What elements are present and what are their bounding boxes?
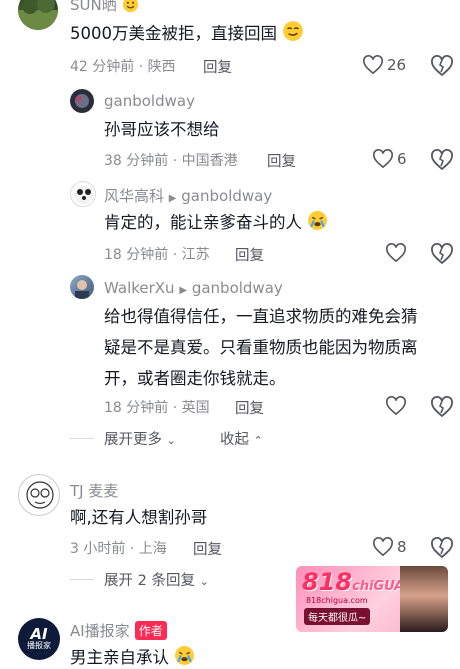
reply-button[interactable]: 回复: [267, 150, 296, 171]
avatar-ganboldway[interactable]: [70, 89, 94, 113]
reply-button[interactable]: 回复: [193, 538, 222, 559]
collapse-button[interactable]: 收起 ⌃: [220, 428, 263, 449]
like-button[interactable]: 6: [372, 149, 407, 169]
like-count: 6: [397, 150, 407, 168]
comment-meta: 42 分钟前 · 陕西: [70, 59, 176, 75]
like-count: 26: [387, 56, 407, 74]
comment-meta: 18 分钟前 · 英国: [104, 400, 210, 416]
ad-site: 818chigua.com: [306, 596, 368, 605]
dislike-icon[interactable]: [430, 243, 454, 265]
dislike-icon[interactable]: [430, 537, 454, 559]
comment-author[interactable]: WalkerXu ▶ ganboldway: [104, 279, 283, 297]
reply-button[interactable]: 回复: [203, 56, 232, 77]
reply-to-user: ganboldway: [191, 279, 283, 297]
author-badge: 作者: [134, 621, 167, 640]
dislike-icon[interactable]: [430, 55, 454, 77]
avatar-sun[interactable]: [18, 0, 58, 30]
comment-author[interactable]: SUN晒: [70, 0, 139, 15]
smirk-emoji-icon: [283, 21, 304, 41]
thread-divider: [70, 438, 94, 439]
comment-text-line: 疑是不是真爱。只看重物质也能因为物质离: [104, 338, 418, 357]
dislike-icon[interactable]: [430, 149, 454, 171]
smile-emoji-icon: [122, 0, 138, 13]
heart-icon[interactable]: [385, 243, 407, 263]
ad-banner[interactable]: 818chiGUA 818chigua.com 每天都很瓜~: [296, 566, 448, 632]
comment-text: 男主亲自承认: [70, 642, 195, 669]
comment-meta: 18 分钟前 · 江苏: [104, 247, 210, 263]
avatar-ai-sub: 播报家: [27, 641, 51, 650]
ad-slogan: 每天都很瓜~: [304, 608, 371, 625]
avatar-ai[interactable]: AI 播报家: [18, 618, 60, 660]
avatar-ai-label: AI: [30, 625, 48, 643]
comment-meta: 3 小时前 · 上海: [70, 541, 167, 557]
heart-icon: [363, 55, 383, 75]
ad-photo: [400, 566, 448, 632]
expand-more-button[interactable]: 展开更多 ⌄: [104, 428, 176, 449]
chevron-down-icon: ⌄: [199, 575, 209, 588]
crying-emoji-icon: [308, 211, 328, 230]
heart-icon: [373, 149, 393, 169]
comment-author[interactable]: AI播报家 作者: [70, 620, 167, 641]
comment-author[interactable]: 风华高科 ▶ ganboldway: [104, 185, 272, 206]
reply-button[interactable]: 回复: [235, 397, 264, 418]
reply-arrow-icon: ▶: [168, 193, 177, 204]
like-button[interactable]: 26: [362, 55, 406, 75]
comment-text: 5000万美金被拒，直接回国: [70, 18, 304, 49]
avatar-walkerxu[interactable]: [70, 275, 94, 299]
comment-text: 肯定的，能让亲爹奋斗的人: [104, 207, 328, 238]
expand-replies-button[interactable]: 展开 2 条回复 ⌄: [104, 569, 209, 590]
comment-text: 给也得值得信任，一直追求物质的难免会猜 疑是不是真爱。只看重物质也能因为物质离 …: [104, 301, 454, 394]
chevron-up-icon: ⌃: [253, 434, 263, 447]
ad-brand: 818chiGUA: [302, 568, 405, 596]
heart-icon[interactable]: [385, 396, 407, 416]
reply-arrow-icon: ▶: [179, 285, 188, 296]
chevron-down-icon: ⌄: [166, 434, 176, 447]
comment-author[interactable]: ganboldway: [104, 92, 195, 110]
crying-emoji-icon: [175, 646, 195, 665]
comment-author[interactable]: TJ 麦麦: [70, 480, 118, 501]
comment-text: 啊,还有人想割孙哥: [70, 508, 208, 527]
comment-text-line: 给也得值得信任，一直追求物质的难免会猜: [104, 307, 418, 326]
comment-meta: 38 分钟前 · 中国香港: [104, 153, 238, 169]
thread-divider: [70, 579, 94, 580]
comment-text-line: 开，或者圈走你钱就走。: [104, 369, 286, 388]
reply-to-user: ganboldway: [181, 187, 273, 205]
like-button[interactable]: 8: [372, 537, 407, 557]
avatar-fenghua[interactable]: [70, 181, 96, 207]
like-count: 8: [397, 538, 407, 556]
avatar-tj[interactable]: [18, 474, 60, 516]
reply-button[interactable]: 回复: [235, 244, 264, 265]
comment-text: 孙哥应该不想给: [104, 120, 220, 139]
dislike-icon[interactable]: [430, 396, 454, 418]
heart-icon: [373, 537, 393, 557]
